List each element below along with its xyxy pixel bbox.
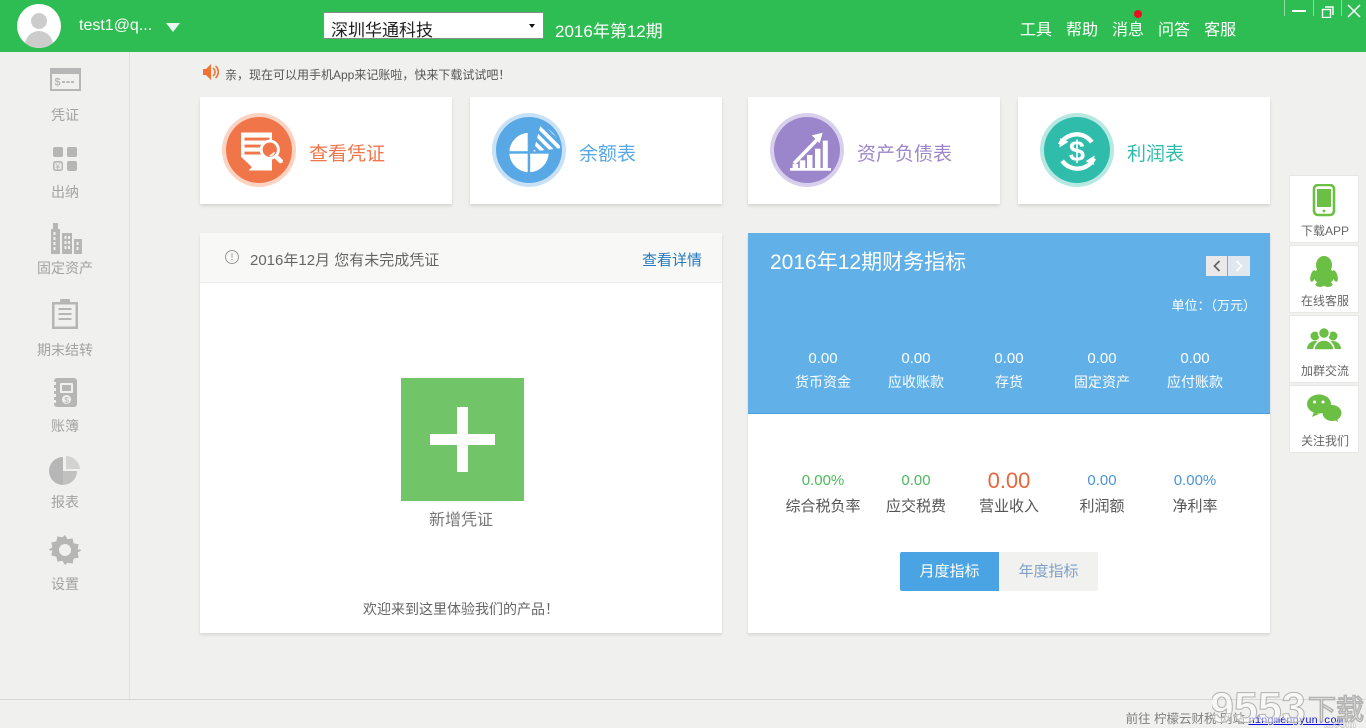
svg-text:$: $	[54, 77, 60, 89]
svg-text:9553: 9553	[1212, 686, 1306, 728]
svg-text:$: $	[64, 395, 69, 405]
svg-text:$: $	[1069, 136, 1085, 168]
svg-text:¥: ¥	[54, 161, 61, 171]
svg-text:...com: ...com	[1324, 719, 1356, 728]
